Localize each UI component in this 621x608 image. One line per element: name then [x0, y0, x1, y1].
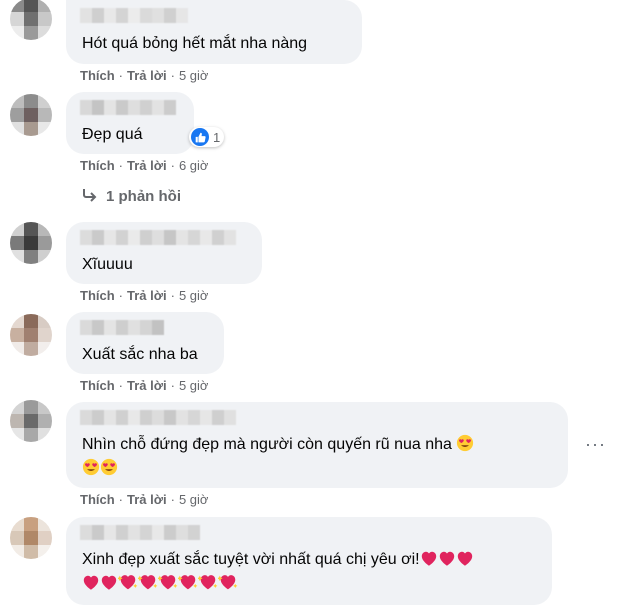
sparkling-heart-emoji: [177, 573, 198, 598]
timestamp[interactable]: 5 giờ: [179, 492, 209, 507]
author-name-blurred[interactable]: [80, 410, 236, 425]
reply-link[interactable]: Trả lời: [127, 288, 167, 303]
comment-text: Nhìn chỗ đứng đẹp mà người còn quyến rũ …: [82, 434, 474, 459]
author-name-blurred[interactable]: [80, 320, 164, 335]
author-name-blurred[interactable]: [80, 230, 236, 245]
timestamp[interactable]: 6 giờ: [179, 158, 209, 173]
avatar[interactable]: [10, 0, 52, 40]
like-link[interactable]: Thích: [80, 492, 115, 507]
comment-emoji-line: [82, 573, 238, 598]
reply-link[interactable]: Trả lời: [127, 378, 167, 393]
red-heart-emoji: [420, 550, 438, 574]
reply-arrow-icon: [82, 188, 98, 205]
more-options-button[interactable]: ···: [585, 434, 606, 455]
comment-actions: Thích · Trả lời · 6 giờ: [80, 158, 209, 173]
reply-link[interactable]: Trả lời: [127, 158, 167, 173]
avatar[interactable]: [10, 400, 52, 442]
red-heart-emoji: [100, 574, 118, 598]
comment-text: Đẹp quá: [82, 126, 143, 143]
comment-bubble: Xĩuuuu: [66, 222, 262, 284]
reply-link[interactable]: Trả lời: [127, 68, 167, 83]
avatar[interactable]: [10, 222, 52, 264]
reply-link[interactable]: Trả lời: [127, 492, 167, 507]
comment-emoji-line: [82, 458, 118, 483]
comment-text-content: Xinh đẹp xuất sắc tuyệt vời nhất quá chị…: [82, 551, 420, 568]
red-heart-emoji: [456, 550, 474, 574]
reaction-count: 1: [213, 129, 221, 145]
sparkling-heart-emoji: [117, 573, 138, 598]
sparkling-heart-emoji: [137, 573, 158, 598]
like-link[interactable]: Thích: [80, 68, 115, 83]
sparkling-heart-emoji: [157, 573, 178, 598]
comment-bubble: Xuất sắc nha ba: [66, 312, 224, 374]
red-heart-emoji: [438, 550, 456, 574]
red-heart-emoji: [82, 574, 100, 598]
comment-text: Xĩuuuu: [82, 256, 133, 273]
avatar[interactable]: [10, 314, 52, 356]
thumbs-up-icon: [191, 128, 209, 146]
comment-text: Xuất sắc nha ba: [82, 346, 198, 363]
like-link[interactable]: Thích: [80, 378, 115, 393]
comment-text-content: Nhìn chỗ đứng đẹp mà người còn quyến rũ …: [82, 436, 452, 453]
comment-actions: Thích · Trả lời · 5 giờ: [80, 492, 209, 507]
comment-actions: Thích · Trả lời · 5 giờ: [80, 288, 209, 303]
comment-actions: Thích · Trả lời · 5 giờ: [80, 378, 209, 393]
comment-bubble: Nhìn chỗ đứng đẹp mà người còn quyến rũ …: [66, 402, 568, 488]
timestamp[interactable]: 5 giờ: [179, 288, 209, 303]
heart-eyes-emoji: [100, 458, 118, 483]
avatar[interactable]: [10, 94, 52, 136]
timestamp[interactable]: 5 giờ: [179, 68, 209, 83]
sparkling-heart-emoji: [217, 573, 238, 598]
heart-eyes-emoji: [456, 434, 474, 459]
reaction-summary[interactable]: 1: [189, 127, 225, 147]
avatar[interactable]: [10, 517, 52, 559]
sparkling-heart-emoji: [197, 573, 218, 598]
comment-text: Xinh đẹp xuất sắc tuyệt vời nhất quá chị…: [82, 549, 474, 574]
view-replies-link[interactable]: 1 phản hồi: [82, 188, 181, 205]
comment-actions: Thích · Trả lời · 5 giờ: [80, 68, 209, 83]
like-link[interactable]: Thích: [80, 158, 115, 173]
heart-eyes-emoji: [82, 458, 100, 483]
like-link[interactable]: Thích: [80, 288, 115, 303]
timestamp[interactable]: 5 giờ: [179, 378, 209, 393]
author-name-blurred[interactable]: [80, 8, 188, 23]
author-name-blurred[interactable]: [80, 100, 176, 115]
comment-bubble: Đẹp quá: [66, 92, 194, 154]
comment-bubble: Hót quá bỏng hết mắt nha nàng: [66, 0, 362, 64]
comment-text: Hót quá bỏng hết mắt nha nàng: [82, 35, 308, 52]
replies-count-label: 1 phản hồi: [106, 188, 181, 205]
author-name-blurred[interactable]: [80, 525, 200, 540]
comment-bubble: Xinh đẹp xuất sắc tuyệt vời nhất quá chị…: [66, 517, 552, 605]
